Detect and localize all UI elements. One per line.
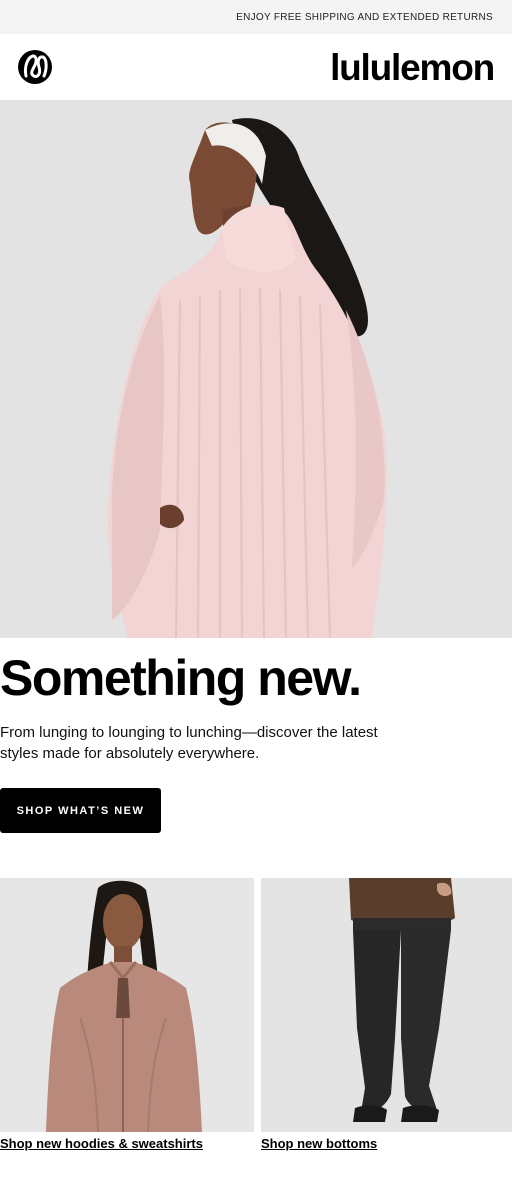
shop-bottoms-link[interactable]: Shop new bottoms <box>261 1136 377 1151</box>
hoodies-tile-image[interactable] <box>0 878 254 1132</box>
promo-bar: ENJOY FREE SHIPPING AND EXTENDED RETURNS <box>0 0 512 34</box>
header: lululemon <box>0 34 512 100</box>
promo-text: ENJOY FREE SHIPPING AND EXTENDED RETURNS <box>236 11 493 23</box>
shop-hoodies-link[interactable]: Shop new hoodies & sweatshirts <box>0 1136 203 1151</box>
brand-wordmark[interactable]: lululemon <box>330 49 495 86</box>
body-copy: From lunging to lounging to lunching—dis… <box>0 724 378 762</box>
lululemon-logo-icon[interactable] <box>17 49 53 85</box>
hero-image[interactable] <box>0 100 512 638</box>
shop-whats-new-button[interactable]: SHOP WHAT’S NEW <box>0 788 161 833</box>
bottoms-tile-image[interactable] <box>261 878 512 1132</box>
headline: Something new. <box>0 650 362 706</box>
